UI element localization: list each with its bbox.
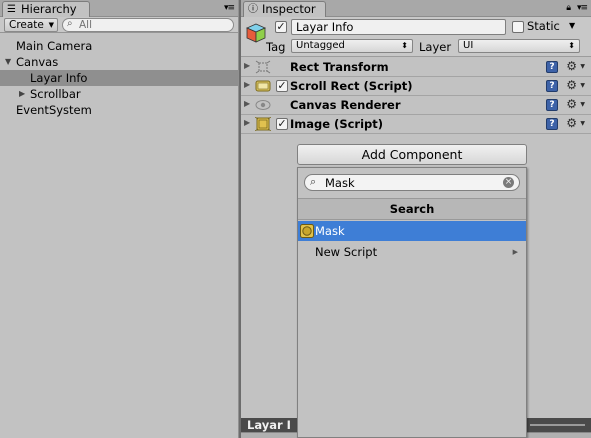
help-icon[interactable]: ? bbox=[546, 118, 558, 130]
preview-slider[interactable] bbox=[530, 424, 585, 426]
component-search[interactable]: ⌕ × bbox=[304, 174, 520, 191]
tag-label: Tag bbox=[266, 40, 286, 54]
rect-transform-icon bbox=[255, 60, 271, 74]
fold-open-icon[interactable]: ▼ bbox=[5, 54, 11, 70]
hierarchy-search-input[interactable] bbox=[79, 19, 229, 31]
fold-closed-icon[interactable]: ▶ bbox=[244, 61, 250, 70]
list-icon: ☰ bbox=[7, 4, 16, 15]
gear-icon[interactable]: ⚙ bbox=[566, 97, 577, 111]
component-search-input[interactable] bbox=[325, 176, 495, 189]
tab-hierarchy[interactable]: ☰ Hierarchy bbox=[2, 1, 90, 17]
tag-dropdown-value: Untagged bbox=[296, 40, 345, 51]
popup-item-label: Mask bbox=[315, 224, 345, 238]
tab-inspector-label: Inspector bbox=[262, 2, 316, 16]
component-rect-transform[interactable]: ▶ Rect Transform ? ⚙ ▼ bbox=[241, 58, 591, 77]
component-image[interactable]: ▶ ✓ Image (Script) ? ⚙ ▼ bbox=[241, 115, 591, 134]
component-enabled-checkbox[interactable]: ✓ bbox=[276, 118, 288, 130]
active-checkbox[interactable]: ✓ bbox=[275, 21, 287, 33]
help-icon[interactable]: ? bbox=[546, 61, 558, 73]
gameobject-cube-icon[interactable] bbox=[245, 22, 267, 44]
create-button-label: Create bbox=[9, 19, 44, 31]
static-dropdown-arrow-icon[interactable]: ▼ bbox=[569, 21, 575, 30]
lock-icon[interactable]: 🔒︎ bbox=[566, 3, 571, 13]
add-component-label: Add Component bbox=[361, 147, 463, 162]
hierarchy-item-label: Scrollbar bbox=[30, 87, 81, 101]
mask-component-icon bbox=[300, 224, 314, 238]
component-enabled-checkbox[interactable]: ✓ bbox=[276, 80, 288, 92]
hierarchy-item-scrollbar[interactable]: ▶ Scrollbar bbox=[0, 86, 238, 102]
popup-item-mask[interactable]: Mask bbox=[298, 221, 526, 241]
clear-search-icon[interactable]: × bbox=[503, 177, 514, 188]
submenu-arrow-icon: ▶ bbox=[512, 248, 518, 256]
dropdown-arrow-icon: ▼ bbox=[580, 82, 585, 89]
search-icon: ⌕ bbox=[67, 18, 73, 29]
hierarchy-item-label: Main Camera bbox=[16, 39, 93, 53]
tab-hierarchy-label: Hierarchy bbox=[21, 2, 77, 16]
info-icon: ⓘ bbox=[248, 4, 258, 15]
hierarchy-item-main-camera[interactable]: Main Camera bbox=[0, 38, 238, 54]
popup-item-new-script[interactable]: New Script ▶ bbox=[298, 242, 526, 262]
dropdown-arrow-icon: ▼ bbox=[48, 21, 54, 29]
hierarchy-tree: Main Camera ▼ Canvas Layar Info ▶ Scroll… bbox=[0, 33, 238, 438]
dropdown-arrow-icon: ▼ bbox=[580, 120, 585, 127]
hierarchy-item-canvas[interactable]: ▼ Canvas bbox=[0, 54, 238, 70]
component-name: Scroll Rect (Script) bbox=[290, 79, 413, 93]
component-name: Image (Script) bbox=[290, 117, 384, 131]
hierarchy-item-label: EventSystem bbox=[16, 103, 92, 117]
component-name: Canvas Renderer bbox=[290, 98, 401, 112]
tab-inspector[interactable]: ⓘ Inspector bbox=[243, 1, 326, 17]
updown-arrow-icon: ⬍ bbox=[401, 41, 408, 50]
hierarchy-search[interactable]: ⌕ bbox=[62, 18, 234, 32]
tag-dropdown[interactable]: Untagged ⬍ bbox=[291, 39, 413, 53]
scroll-rect-icon bbox=[255, 80, 271, 92]
hierarchy-toolbar: Create ▼ ⌕ bbox=[0, 17, 238, 33]
add-component-button[interactable]: Add Component bbox=[297, 144, 527, 165]
fold-closed-icon[interactable]: ▶ bbox=[244, 99, 250, 108]
fold-closed-icon[interactable]: ▶ bbox=[19, 86, 25, 102]
canvas-renderer-icon bbox=[255, 100, 271, 110]
static-label: Static bbox=[527, 19, 560, 33]
layer-dropdown-value: UI bbox=[463, 40, 474, 51]
updown-arrow-icon: ⬍ bbox=[568, 41, 575, 50]
hierarchy-item-label: Canvas bbox=[16, 55, 59, 69]
component-canvas-renderer[interactable]: ▶ Canvas Renderer ? ⚙ ▼ bbox=[241, 96, 591, 115]
layer-label: Layer bbox=[419, 40, 452, 54]
inspector-tab-bar: ⓘ Inspector 🔒︎ ▾≡ bbox=[241, 0, 591, 17]
gear-icon[interactable]: ⚙ bbox=[566, 116, 577, 130]
add-component-popup: ⌕ × Search Mask New Script ▶ bbox=[297, 167, 527, 438]
component-name: Rect Transform bbox=[290, 60, 389, 74]
object-name-field[interactable] bbox=[291, 19, 506, 35]
dropdown-arrow-icon: ▼ bbox=[580, 101, 585, 108]
hierarchy-item-eventsystem[interactable]: EventSystem bbox=[0, 102, 238, 118]
create-button[interactable]: Create ▼ bbox=[4, 18, 58, 32]
popup-header: Search bbox=[298, 198, 526, 220]
search-icon: ⌕ bbox=[310, 175, 317, 188]
dropdown-arrow-icon: ▼ bbox=[580, 63, 585, 70]
gear-icon[interactable]: ⚙ bbox=[566, 59, 577, 73]
layer-dropdown[interactable]: UI ⬍ bbox=[458, 39, 580, 53]
hierarchy-item-label: Layar Info bbox=[30, 71, 88, 85]
panel-menu-icon[interactable]: ▾≡ bbox=[224, 3, 235, 13]
help-icon[interactable]: ? bbox=[546, 80, 558, 92]
static-checkbox[interactable] bbox=[512, 21, 524, 33]
gear-icon[interactable]: ⚙ bbox=[566, 78, 577, 92]
help-icon[interactable]: ? bbox=[546, 99, 558, 111]
fold-closed-icon[interactable]: ▶ bbox=[244, 118, 250, 127]
image-component-icon bbox=[255, 117, 271, 131]
popup-item-label: New Script bbox=[315, 245, 378, 259]
panel-menu-icon[interactable]: ▾≡ bbox=[577, 3, 588, 13]
hierarchy-tab-bar: ☰ Hierarchy ▾≡ bbox=[0, 0, 238, 17]
gameobject-header: ✓ Static ▼ Tag Untagged ⬍ Layer UI ⬍ bbox=[241, 17, 591, 57]
preview-title: Layar I bbox=[247, 418, 291, 432]
fold-closed-icon[interactable]: ▶ bbox=[244, 80, 250, 89]
hierarchy-item-layar-info[interactable]: Layar Info bbox=[0, 70, 238, 86]
component-scroll-rect[interactable]: ▶ ✓ Scroll Rect (Script) ? ⚙ ▼ bbox=[241, 77, 591, 96]
